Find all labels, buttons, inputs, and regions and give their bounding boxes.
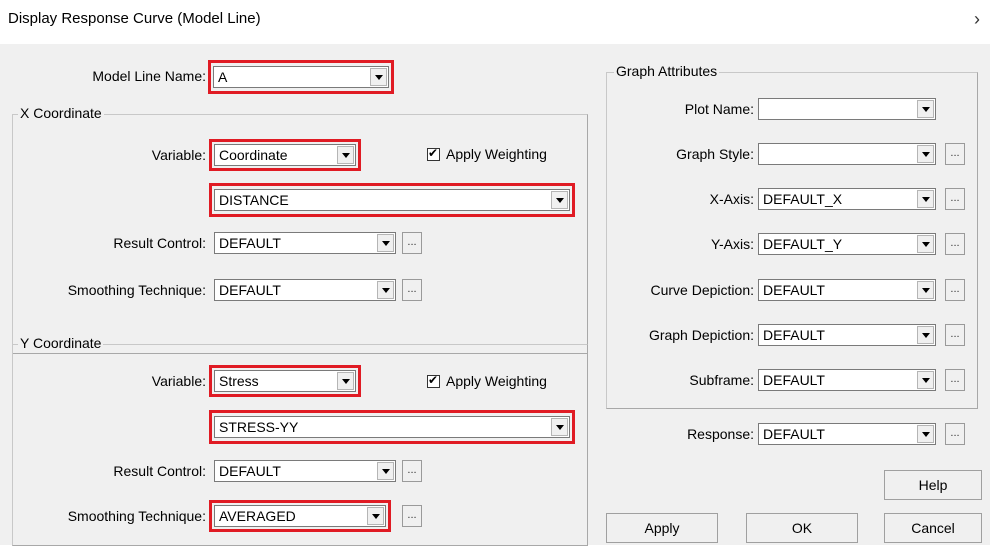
subframe-label: Subframe: [689, 372, 754, 388]
y-result-control-label: Result Control: [113, 463, 206, 479]
help-button[interactable]: Help [884, 470, 982, 500]
y-result-control-value: DEFAULT [219, 463, 281, 479]
y-smoothing-label: Smoothing Technique: [67, 508, 206, 524]
chevron-down-icon[interactable] [917, 371, 934, 389]
graph-depiction-label: Graph Depiction: [648, 327, 754, 343]
curve-depiction-value: DEFAULT [763, 282, 825, 298]
x-smoothing-combo[interactable]: DEFAULT [214, 279, 396, 301]
y-axis-combo[interactable]: DEFAULT_Y [758, 233, 936, 255]
highlight-box [209, 365, 361, 397]
chevron-down-icon[interactable] [377, 462, 394, 480]
y-axis-label: Y-Axis: [710, 236, 754, 252]
subframe-value: DEFAULT [763, 372, 825, 388]
chevron-down-icon[interactable] [917, 190, 934, 208]
response-more-button[interactable]: ... [945, 423, 965, 445]
graph-style-more-button[interactable]: ... [945, 143, 965, 165]
x-axis-more-button[interactable]: ... [945, 188, 965, 210]
highlight-box [208, 60, 394, 94]
x-smoothing-label: Smoothing Technique: [67, 282, 206, 298]
x-smoothing-value: DEFAULT [219, 282, 281, 298]
chevron-down-icon[interactable] [917, 100, 934, 118]
chevron-down-icon[interactable] [377, 281, 394, 299]
chevron-down-icon[interactable] [917, 425, 934, 443]
x-coordinate-legend: X Coordinate [18, 105, 104, 121]
subframe-combo[interactable]: DEFAULT [758, 369, 936, 391]
x-result-control-more-button[interactable]: ... [402, 232, 422, 254]
curve-depiction-more-button[interactable]: ... [945, 279, 965, 301]
graph-depiction-value: DEFAULT [763, 327, 825, 343]
ok-button[interactable]: OK [746, 513, 858, 543]
window-title: Display Response Curve (Model Line) [8, 10, 261, 27]
y-apply-weighting-label: Apply Weighting [446, 373, 547, 389]
graph-attributes-legend: Graph Attributes [614, 63, 720, 79]
y-coordinate-legend: Y Coordinate [18, 335, 104, 351]
x-result-control-value: DEFAULT [219, 235, 281, 251]
curve-depiction-combo[interactable]: DEFAULT [758, 279, 936, 301]
x-apply-weighting-checkbox[interactable] [427, 146, 440, 161]
y-axis-more-button[interactable]: ... [945, 233, 965, 255]
x-axis-value: DEFAULT_X [763, 191, 843, 207]
chevron-down-icon[interactable] [917, 326, 934, 344]
y-apply-weighting-checkbox[interactable] [427, 373, 440, 388]
x-apply-weighting-label: Apply Weighting [446, 146, 547, 162]
response-label: Response: [687, 426, 754, 442]
x-result-control-combo[interactable]: DEFAULT [214, 232, 396, 254]
chevron-down-icon[interactable] [917, 281, 934, 299]
response-combo[interactable]: DEFAULT [758, 423, 936, 445]
x-variable-label: Variable: [151, 147, 206, 163]
y-result-control-more-button[interactable]: ... [402, 460, 422, 482]
x-axis-combo[interactable]: DEFAULT_X [758, 188, 936, 210]
x-axis-label: X-Axis: [709, 191, 754, 207]
curve-depiction-label: Curve Depiction: [650, 282, 755, 298]
graph-style-label: Graph Style: [676, 146, 754, 162]
x-result-control-label: Result Control: [113, 235, 206, 251]
x-smoothing-more-button[interactable]: ... [402, 279, 422, 301]
highlight-box [209, 183, 575, 217]
plot-name-label: Plot Name: [684, 101, 754, 117]
graph-depiction-combo[interactable]: DEFAULT [758, 324, 936, 346]
response-value: DEFAULT [763, 426, 825, 442]
plot-name-combo[interactable] [758, 98, 936, 120]
y-smoothing-more-button[interactable]: ... [402, 505, 422, 527]
highlight-box [209, 139, 361, 171]
graph-depiction-more-button[interactable]: ... [945, 324, 965, 346]
subframe-more-button[interactable]: ... [945, 369, 965, 391]
chevron-down-icon[interactable] [377, 234, 394, 252]
y-axis-value: DEFAULT_Y [763, 236, 843, 252]
dialog-body: Model Line Name: A X Coordinate Variable… [0, 44, 990, 546]
chevron-right-icon[interactable]: › [974, 9, 980, 30]
y-variable-label: Variable: [151, 373, 206, 389]
highlight-box [209, 500, 391, 532]
chevron-down-icon[interactable] [917, 235, 934, 253]
highlight-box [209, 410, 575, 444]
y-result-control-combo[interactable]: DEFAULT [214, 460, 396, 482]
cancel-button[interactable]: Cancel [884, 513, 982, 543]
graph-style-combo[interactable] [758, 143, 936, 165]
apply-button[interactable]: Apply [606, 513, 718, 543]
model-line-label: Model Line Name: [92, 68, 206, 84]
chevron-down-icon[interactable] [917, 145, 934, 163]
